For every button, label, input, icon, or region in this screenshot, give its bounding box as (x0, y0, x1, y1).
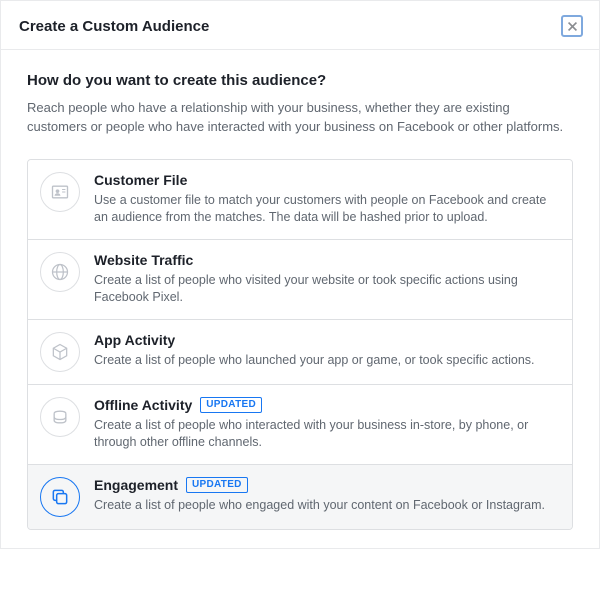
updated-badge: UPDATED (200, 397, 262, 413)
option-title: Offline Activity (94, 397, 192, 413)
options-list: Customer File Use a customer file to mat… (27, 159, 573, 530)
option-desc: Create a list of people who engaged with… (94, 497, 558, 515)
offline-icon (40, 397, 80, 437)
option-desc: Create a list of people who launched you… (94, 352, 558, 370)
option-text: App Activity Create a list of people who… (94, 332, 558, 370)
option-desc: Create a list of people who visited your… (94, 272, 558, 307)
engagement-icon (40, 477, 80, 517)
option-offline-activity[interactable]: Offline Activity UPDATED Create a list o… (28, 385, 572, 465)
create-custom-audience-dialog: Create a Custom Audience How do you want… (0, 0, 600, 549)
globe-icon (40, 252, 80, 292)
close-icon (567, 21, 578, 32)
close-button[interactable] (561, 15, 583, 37)
description-text: Reach people who have a relationship wit… (27, 99, 573, 137)
option-customer-file[interactable]: Customer File Use a customer file to mat… (28, 160, 572, 240)
option-text: Customer File Use a customer file to mat… (94, 172, 558, 227)
option-title: Website Traffic (94, 252, 193, 268)
option-app-activity[interactable]: App Activity Create a list of people who… (28, 320, 572, 385)
customer-file-icon (40, 172, 80, 212)
dialog-body: How do you want to create this audience?… (1, 50, 599, 548)
option-desc: Use a customer file to match your custom… (94, 192, 558, 227)
option-text: Engagement UPDATED Create a list of peop… (94, 477, 558, 515)
cube-icon (40, 332, 80, 372)
option-title: Engagement (94, 477, 178, 493)
option-engagement[interactable]: Engagement UPDATED Create a list of peop… (28, 465, 572, 529)
option-text: Offline Activity UPDATED Create a list o… (94, 397, 558, 452)
option-text: Website Traffic Create a list of people … (94, 252, 558, 307)
option-website-traffic[interactable]: Website Traffic Create a list of people … (28, 240, 572, 320)
dialog-header: Create a Custom Audience (1, 1, 599, 50)
updated-badge: UPDATED (186, 477, 248, 493)
question-heading: How do you want to create this audience? (27, 72, 573, 89)
option-title: App Activity (94, 332, 175, 348)
dialog-title: Create a Custom Audience (19, 18, 209, 35)
option-desc: Create a list of people who interacted w… (94, 417, 558, 452)
option-title: Customer File (94, 172, 187, 188)
